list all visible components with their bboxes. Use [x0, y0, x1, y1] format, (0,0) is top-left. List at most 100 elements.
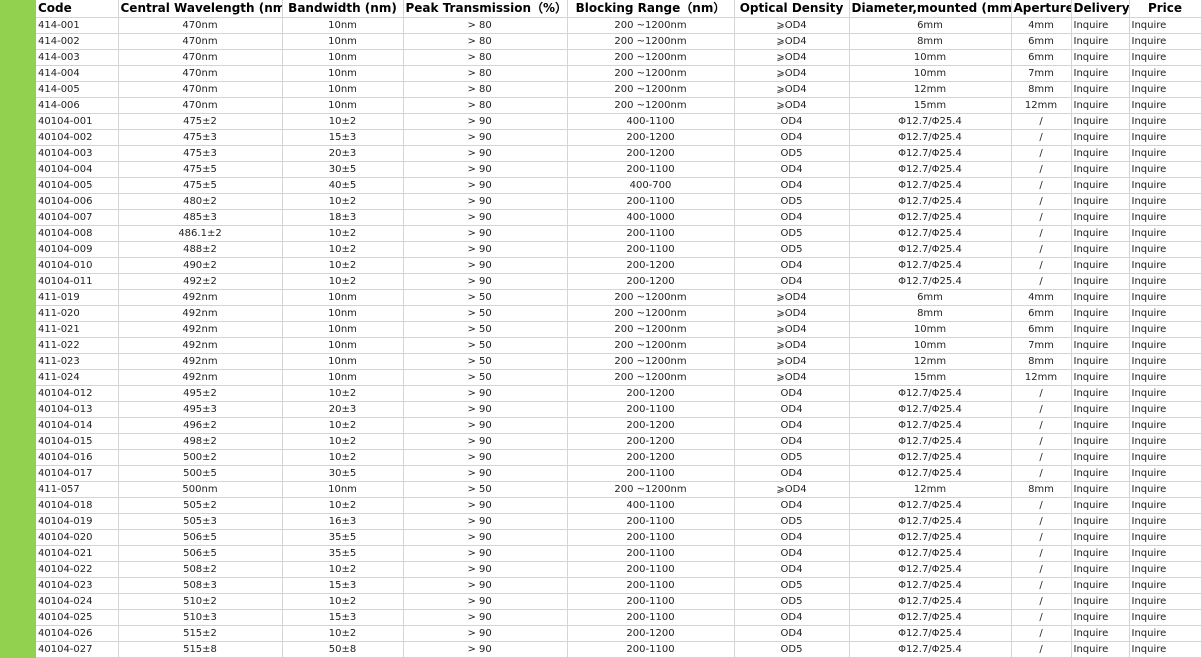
cell-optical-density[interactable]: OD4 — [734, 113, 850, 130]
cell-delivery[interactable]: Inquire — [1071, 561, 1130, 578]
cell-blocking-range[interactable]: 200-1100 — [567, 241, 735, 258]
cell-aperture[interactable]: / — [1011, 561, 1072, 578]
cell-diameter[interactable]: Φ12.7/Φ25.4 — [849, 625, 1012, 642]
cell-bandwidth[interactable]: 15±3 — [282, 577, 404, 594]
cell-delivery[interactable]: Inquire — [1071, 625, 1130, 642]
cell-bandwidth[interactable]: 30±5 — [282, 161, 404, 178]
cell-central-wavelength[interactable]: 492nm — [118, 289, 283, 306]
cell-delivery[interactable]: Inquire — [1071, 17, 1130, 34]
cell-bandwidth[interactable]: 18±3 — [282, 209, 404, 226]
cell-optical-density[interactable]: OD5 — [734, 577, 850, 594]
cell-aperture[interactable]: 7mm — [1011, 65, 1072, 82]
cell-central-wavelength[interactable]: 470nm — [118, 33, 283, 50]
cell-optical-density[interactable]: OD4 — [734, 385, 850, 402]
cell-diameter[interactable]: Φ12.7/Φ25.4 — [849, 529, 1012, 546]
cell-aperture[interactable]: / — [1011, 609, 1072, 626]
cell-peak-transmission[interactable]: > 90 — [403, 241, 568, 258]
cell-aperture[interactable]: / — [1011, 465, 1072, 482]
cell-code[interactable]: 40104-008 — [36, 225, 119, 242]
cell-delivery[interactable]: Inquire — [1071, 513, 1130, 530]
cell-peak-transmission[interactable]: > 90 — [403, 257, 568, 274]
cell-aperture[interactable]: 4mm — [1011, 17, 1072, 34]
cell-optical-density[interactable]: OD5 — [734, 225, 850, 242]
cell-delivery[interactable]: Inquire — [1071, 385, 1130, 402]
cell-diameter[interactable]: 10mm — [849, 49, 1012, 66]
cell-peak-transmission[interactable]: > 90 — [403, 177, 568, 194]
cell-aperture[interactable]: / — [1011, 497, 1072, 514]
cell-price[interactable]: Inquire — [1129, 305, 1201, 322]
cell-bandwidth[interactable]: 10±2 — [282, 241, 404, 258]
cell-peak-transmission[interactable]: > 90 — [403, 449, 568, 466]
cell-peak-transmission[interactable]: > 50 — [403, 305, 568, 322]
cell-blocking-range[interactable]: 200-1100 — [567, 193, 735, 210]
cell-code[interactable]: 40104-027 — [36, 641, 119, 658]
cell-delivery[interactable]: Inquire — [1071, 321, 1130, 338]
cell-code[interactable]: 40104-009 — [36, 241, 119, 258]
cell-diameter[interactable]: 15mm — [849, 97, 1012, 114]
cell-diameter[interactable]: 8mm — [849, 305, 1012, 322]
cell-peak-transmission[interactable]: > 90 — [403, 641, 568, 658]
cell-diameter[interactable]: Φ12.7/Φ25.4 — [849, 433, 1012, 450]
cell-bandwidth[interactable]: 10±2 — [282, 497, 404, 514]
cell-code[interactable]: 40104-005 — [36, 177, 119, 194]
cell-blocking-range[interactable]: 200-1100 — [567, 609, 735, 626]
cell-diameter[interactable]: Φ12.7/Φ25.4 — [849, 129, 1012, 146]
cell-optical-density[interactable]: ⩾OD4 — [734, 81, 850, 98]
cell-code[interactable]: 40104-024 — [36, 593, 119, 610]
cell-delivery[interactable]: Inquire — [1071, 145, 1130, 162]
cell-diameter[interactable]: Φ12.7/Φ25.4 — [849, 449, 1012, 466]
cell-delivery[interactable]: Inquire — [1071, 641, 1130, 658]
cell-price[interactable]: Inquire — [1129, 225, 1201, 242]
cell-central-wavelength[interactable]: 475±2 — [118, 113, 283, 130]
cell-aperture[interactable]: 8mm — [1011, 81, 1072, 98]
cell-central-wavelength[interactable]: 498±2 — [118, 433, 283, 450]
cell-aperture[interactable]: / — [1011, 225, 1072, 242]
cell-bandwidth[interactable]: 20±3 — [282, 145, 404, 162]
cell-optical-density[interactable]: OD4 — [734, 545, 850, 562]
cell-peak-transmission[interactable]: > 90 — [403, 529, 568, 546]
cell-optical-density[interactable]: ⩾OD4 — [734, 369, 850, 386]
cell-delivery[interactable]: Inquire — [1071, 289, 1130, 306]
cell-bandwidth[interactable]: 10±2 — [282, 257, 404, 274]
cell-price[interactable]: Inquire — [1129, 65, 1201, 82]
cell-blocking-range[interactable]: 200-1100 — [567, 513, 735, 530]
cell-blocking-range[interactable]: 200-1200 — [567, 417, 735, 434]
cell-diameter[interactable]: Φ12.7/Φ25.4 — [849, 593, 1012, 610]
cell-blocking-range[interactable]: 200-1100 — [567, 593, 735, 610]
cell-central-wavelength[interactable]: 515±8 — [118, 641, 283, 658]
cell-peak-transmission[interactable]: > 90 — [403, 273, 568, 290]
cell-code[interactable]: 411-057 — [36, 481, 119, 498]
cell-peak-transmission[interactable]: > 50 — [403, 369, 568, 386]
cell-blocking-range[interactable]: 200 ~1200nm — [567, 353, 735, 370]
cell-blocking-range[interactable]: 400-1000 — [567, 209, 735, 226]
cell-delivery[interactable]: Inquire — [1071, 177, 1130, 194]
cell-delivery[interactable]: Inquire — [1071, 33, 1130, 50]
cell-blocking-range[interactable]: 400-1100 — [567, 497, 735, 514]
cell-price[interactable]: Inquire — [1129, 449, 1201, 466]
cell-blocking-range[interactable]: 200 ~1200nm — [567, 337, 735, 354]
cell-peak-transmission[interactable]: > 90 — [403, 497, 568, 514]
cell-peak-transmission[interactable]: > 90 — [403, 577, 568, 594]
cell-peak-transmission[interactable]: > 90 — [403, 385, 568, 402]
cell-price[interactable]: Inquire — [1129, 33, 1201, 50]
cell-code[interactable]: 40104-019 — [36, 513, 119, 530]
cell-delivery[interactable]: Inquire — [1071, 609, 1130, 626]
cell-aperture[interactable]: 4mm — [1011, 289, 1072, 306]
cell-diameter[interactable]: 10mm — [849, 337, 1012, 354]
cell-central-wavelength[interactable]: 470nm — [118, 17, 283, 34]
cell-diameter[interactable]: Φ12.7/Φ25.4 — [849, 545, 1012, 562]
cell-central-wavelength[interactable]: 500±5 — [118, 465, 283, 482]
cell-central-wavelength[interactable]: 505±2 — [118, 497, 283, 514]
cell-code[interactable]: 40104-023 — [36, 577, 119, 594]
cell-central-wavelength[interactable]: 470nm — [118, 81, 283, 98]
cell-diameter[interactable]: 12mm — [849, 481, 1012, 498]
cell-optical-density[interactable]: ⩾OD4 — [734, 33, 850, 50]
cell-code[interactable]: 40104-002 — [36, 129, 119, 146]
cell-central-wavelength[interactable]: 492nm — [118, 305, 283, 322]
cell-central-wavelength[interactable]: 496±2 — [118, 417, 283, 434]
cell-price[interactable]: Inquire — [1129, 465, 1201, 482]
cell-price[interactable]: Inquire — [1129, 161, 1201, 178]
cell-peak-transmission[interactable]: > 90 — [403, 225, 568, 242]
cell-peak-transmission[interactable]: > 90 — [403, 193, 568, 210]
cell-code[interactable]: 40104-011 — [36, 273, 119, 290]
